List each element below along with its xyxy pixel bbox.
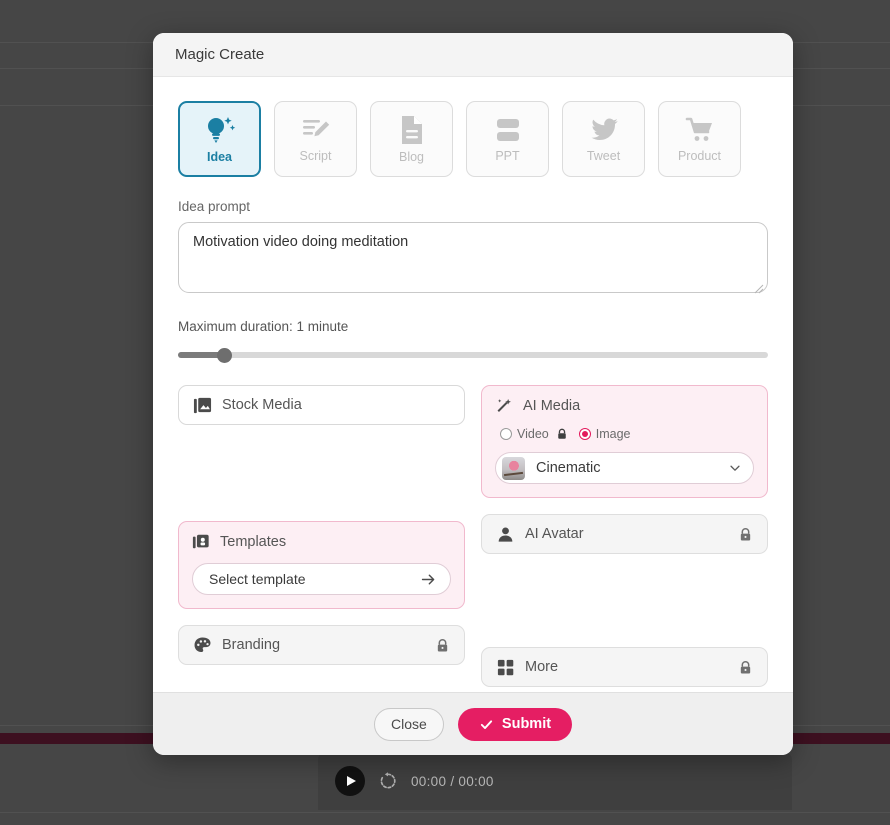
options-grid: Stock Media Templates Select template Br… xyxy=(178,385,768,687)
radio-video[interactable]: Video xyxy=(500,427,549,441)
templates-option[interactable]: Templates Select template xyxy=(178,521,465,609)
ai-avatar-option[interactable]: AI Avatar xyxy=(481,514,768,554)
stock-media-label: Stock Media xyxy=(222,397,302,413)
document-icon xyxy=(401,116,422,144)
ai-media-option[interactable]: AI Media Video Image Cinematic xyxy=(481,385,768,498)
palette-icon xyxy=(194,637,211,652)
radio-image[interactable]: Image xyxy=(578,427,631,441)
slider-thumb[interactable] xyxy=(217,348,232,363)
shopping-cart-icon xyxy=(685,117,712,141)
select-template-button[interactable]: Select template xyxy=(192,563,451,595)
player-timestamp: 00:00 / 00:00 xyxy=(411,773,494,789)
content-type-selector: Idea Script Blog PPT Tweet Product xyxy=(178,101,768,177)
replay-icon[interactable] xyxy=(378,771,398,791)
type-label-tweet: Tweet xyxy=(586,149,621,163)
grid-icon xyxy=(497,659,514,675)
dialog-footer: Close Submit xyxy=(153,692,793,755)
type-label-product: Product xyxy=(677,149,722,163)
ai-style-thumbnail xyxy=(502,456,525,480)
type-button-blog[interactable]: Blog xyxy=(370,101,453,177)
script-pencil-icon xyxy=(302,120,329,137)
options-right-column: AI Media Video Image Cinematic AI Avatar… xyxy=(481,385,768,687)
type-label-script: Script xyxy=(299,149,332,163)
video-player-bar: 00:00 / 00:00 xyxy=(318,752,792,810)
templates-header: Templates xyxy=(192,533,451,551)
dialog-header: Magic Create xyxy=(153,33,793,77)
dialog-title: Magic Create xyxy=(175,46,265,63)
stock-media-option[interactable]: Stock Media xyxy=(178,385,465,425)
radio-video-label: Video xyxy=(517,427,549,441)
more-label: More xyxy=(525,659,559,675)
prompt-label: Idea prompt xyxy=(178,199,251,214)
type-label-ppt: PPT xyxy=(495,149,520,163)
chevron-down-icon[interactable] xyxy=(728,461,742,475)
ai-media-mode-radios: Video Image xyxy=(495,427,754,441)
dialog-body: Idea Script Blog PPT Tweet Product Idea … xyxy=(153,77,793,692)
twitter-bird-icon xyxy=(591,118,618,141)
branding-label: Branding xyxy=(222,637,281,653)
prompt-input[interactable] xyxy=(178,222,768,293)
branding-option[interactable]: Branding xyxy=(178,625,465,665)
type-label-idea: Idea xyxy=(206,150,232,164)
type-label-blog: Blog xyxy=(398,150,425,164)
ai-avatar-label: AI Avatar xyxy=(525,526,584,542)
more-lock-icon xyxy=(738,660,753,675)
slides-icon xyxy=(496,119,519,141)
duration-label: Maximum duration: 1 minute xyxy=(178,319,349,334)
arrow-right-icon xyxy=(421,574,435,584)
duration-slider[interactable] xyxy=(178,348,768,363)
ai-style-value: Cinematic xyxy=(536,460,601,476)
options-left-column: Stock Media Templates Select template Br… xyxy=(178,385,465,687)
select-template-label: Select template xyxy=(209,571,306,587)
branding-lock-icon xyxy=(435,638,450,653)
magic-wand-icon xyxy=(497,398,511,412)
play-icon[interactable] xyxy=(335,766,365,796)
ai-media-label: AI Media xyxy=(523,398,581,414)
radio-image-label: Image xyxy=(595,427,631,441)
image-stack-icon xyxy=(193,397,212,413)
lightbulb-sparkle-icon xyxy=(207,117,235,143)
template-stack-icon xyxy=(192,534,209,549)
submit-label: Submit xyxy=(501,716,552,732)
close-button[interactable]: Close xyxy=(373,707,444,741)
type-button-product[interactable]: Product xyxy=(658,101,741,177)
magic-create-dialog: Magic Create Idea Script Blog PPT Tweet … xyxy=(153,33,793,755)
more-option[interactable]: More xyxy=(481,647,768,687)
type-button-script[interactable]: Script xyxy=(274,101,357,177)
person-icon xyxy=(498,526,513,542)
check-icon xyxy=(480,719,493,729)
prompt-field-wrapper xyxy=(178,214,768,298)
type-button-idea[interactable]: Idea xyxy=(178,101,261,177)
background-divider xyxy=(0,812,890,813)
slider-track[interactable] xyxy=(178,352,768,358)
submit-button[interactable]: Submit xyxy=(457,707,573,741)
ai-style-dropdown[interactable]: Cinematic xyxy=(495,452,754,484)
ai-media-header: AI Media xyxy=(495,397,754,415)
ai-avatar-lock-icon xyxy=(738,527,753,542)
templates-label: Templates xyxy=(220,534,287,550)
video-lock-icon xyxy=(558,428,566,439)
play-triangle xyxy=(347,776,356,786)
type-button-tweet[interactable]: Tweet xyxy=(562,101,645,177)
radio-image-ring[interactable] xyxy=(578,428,591,440)
radio-video-ring[interactable] xyxy=(500,428,512,440)
type-button-ppt[interactable]: PPT xyxy=(466,101,549,177)
